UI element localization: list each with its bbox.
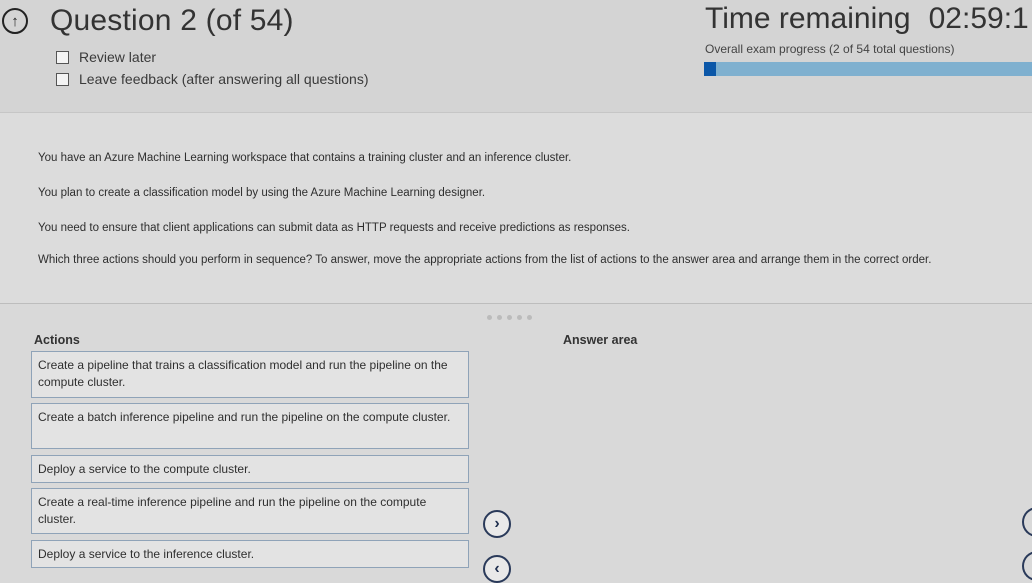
answer-move-down-button[interactable] xyxy=(1022,551,1032,581)
question-paragraph-2: You plan to create a classification mode… xyxy=(38,187,486,199)
review-later-checkbox[interactable] xyxy=(56,50,69,64)
action-item-2[interactable]: Create a batch inference pipeline and ru… xyxy=(31,403,469,449)
question-title: Question 2 (of 54) xyxy=(50,4,294,37)
progress-label: Overall exam progress (2 of 54 total que… xyxy=(705,42,955,56)
time-label: Time remaining xyxy=(705,2,911,35)
chevron-right-icon[interactable]: › xyxy=(483,510,511,538)
review-later-option[interactable]: Review later xyxy=(56,49,156,65)
time-value: 02:59:1 xyxy=(928,2,1029,35)
actions-title: Actions xyxy=(34,333,80,347)
exam-header: ↑ Question 2 (of 54) Review later Leave … xyxy=(0,0,1032,113)
progress-bar xyxy=(704,62,1032,76)
time-remaining: Time remaining 02:59:1 xyxy=(705,2,1029,36)
action-item-1[interactable]: Create a pipeline that trains a classifi… xyxy=(31,351,469,398)
leave-feedback-label: Leave feedback (after answering all ques… xyxy=(79,71,369,87)
action-item-5[interactable]: Deploy a service to the inference cluste… xyxy=(31,540,469,568)
answer-move-up-button[interactable] xyxy=(1022,507,1032,537)
chevron-left-icon[interactable]: ‹ xyxy=(483,555,511,583)
resize-handle[interactable] xyxy=(487,315,532,320)
answer-area-title: Answer area xyxy=(563,333,638,347)
question-paragraph-4: Which three actions should you perform i… xyxy=(38,254,932,266)
question-paragraph-1: You have an Azure Machine Learning works… xyxy=(38,152,572,164)
question-area: You have an Azure Machine Learning works… xyxy=(0,113,1032,303)
action-item-4[interactable]: Create a real-time inference pipeline an… xyxy=(31,488,469,534)
action-item-3[interactable]: Deploy a service to the compute cluster. xyxy=(31,455,469,483)
leave-feedback-option[interactable]: Leave feedback (after answering all ques… xyxy=(56,71,369,87)
progress-fill xyxy=(704,62,717,76)
leave-feedback-checkbox[interactable] xyxy=(56,72,69,86)
review-later-label: Review later xyxy=(79,49,157,65)
question-paragraph-3: You need to ensure that client applicati… xyxy=(38,222,630,234)
section-divider xyxy=(0,303,1032,304)
upload-circle-icon[interactable]: ↑ xyxy=(2,8,28,34)
